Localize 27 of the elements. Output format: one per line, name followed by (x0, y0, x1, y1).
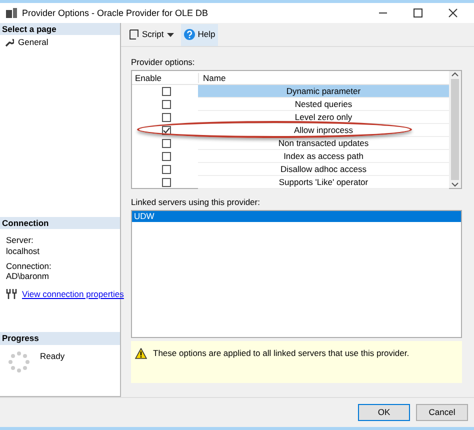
option-name-cell[interactable]: Disallow adhoc access (198, 163, 449, 176)
option-name-cell[interactable]: Dynamic parameter (198, 85, 449, 98)
option-name-cell[interactable]: Supports 'Like' operator (198, 176, 449, 190)
linked-servers-label: Linked servers using this provider: (131, 197, 261, 208)
window-title: Provider Options - Oracle Provider for OLE DB (22, 8, 210, 18)
page-item[interactable]: General (0, 35, 120, 50)
script-button[interactable]: Script (125, 27, 177, 42)
option-name-cell[interactable]: Non transacted updates (198, 137, 449, 150)
help-button[interactable]: Help (180, 24, 218, 46)
progress-status: Ready (40, 350, 65, 363)
server-label: Server: (6, 235, 34, 246)
option-name-cell[interactable]: Index as access path (198, 150, 449, 164)
dialog-button[interactable]: OK (358, 404, 410, 421)
provider-options-label: Provider options: (131, 57, 196, 68)
connection-label: Connection: (6, 260, 52, 271)
warning-text: These options are applied to all linked servers that use this provider. (153, 348, 410, 359)
option-name-cell[interactable]: Nested queries (198, 98, 449, 112)
option-name-cell[interactable]: Level zero only (198, 111, 449, 124)
view-connection-properties-link[interactable]: View connection properties (22, 289, 124, 300)
server-value: localhost (6, 246, 41, 256)
section-header: Connection (0, 217, 120, 230)
section-header: Select a page (0, 23, 120, 36)
linked-server-item[interactable]: UDW (132, 211, 461, 222)
section-header: Progress (0, 332, 120, 345)
dialog-button[interactable]: Cancel (416, 404, 468, 421)
connection-value: AD\baronm (6, 270, 50, 282)
column-header[interactable]: Enable (132, 72, 198, 83)
